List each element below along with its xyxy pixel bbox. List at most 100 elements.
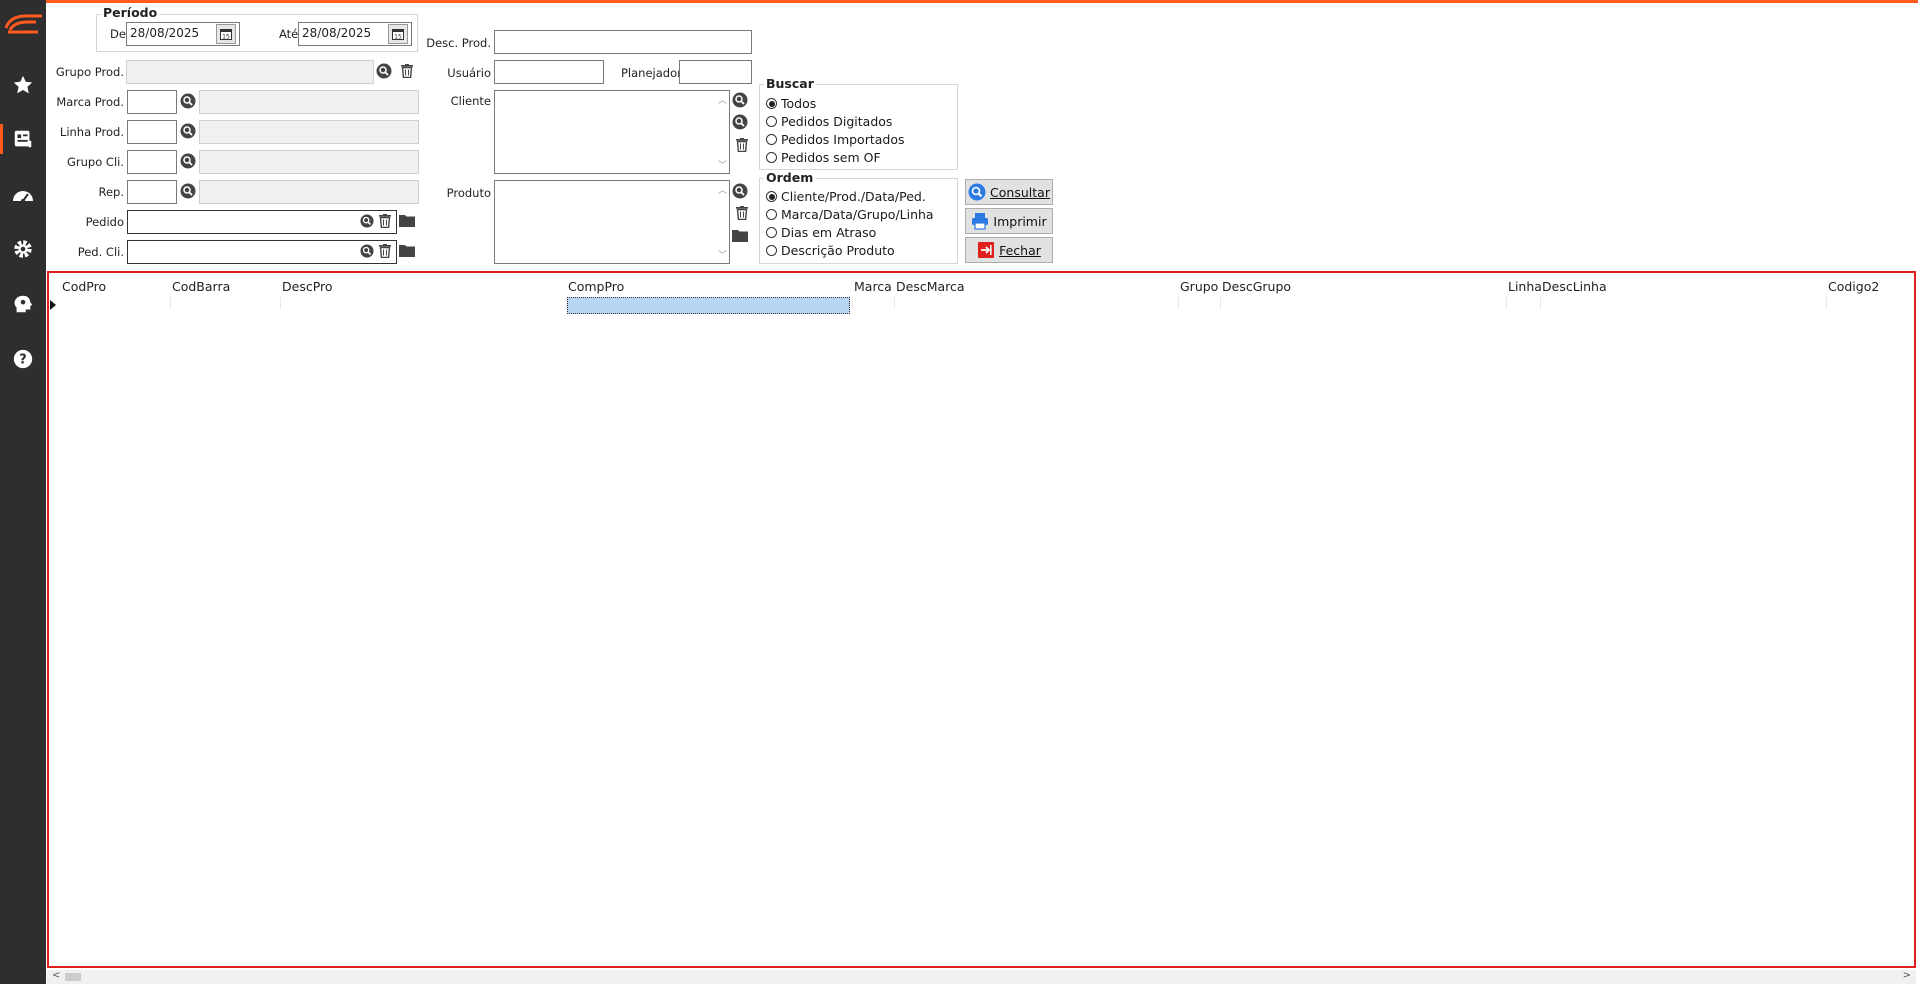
- linha-prod-code-field[interactable]: [127, 120, 177, 144]
- buscar-option-label: Todos: [781, 96, 817, 111]
- ordem-title: Ordem: [764, 170, 816, 185]
- fechar-button[interactable]: Fechar: [965, 237, 1053, 263]
- desc-prod-field[interactable]: [494, 30, 752, 54]
- column-separator: [1826, 297, 1827, 309]
- reports-icon[interactable]: [8, 124, 38, 154]
- ped-cli-field[interactable]: [127, 240, 397, 264]
- buscar-option-label: Pedidos sem OF: [781, 150, 881, 165]
- cliente-scrollbar[interactable]: ︿ ﹀: [715, 91, 729, 173]
- grupo-prod-trash-icon[interactable]: [399, 63, 415, 79]
- favorites-star-icon[interactable]: [8, 70, 38, 100]
- cliente-trash-icon[interactable]: [734, 137, 750, 153]
- grupo-prod-search-icon[interactable]: [376, 63, 392, 79]
- usuario-field[interactable]: [494, 60, 604, 84]
- produto-search-icon[interactable]: [732, 183, 748, 199]
- ordem-option-0[interactable]: Cliente/Prod./Data/Ped.: [766, 189, 926, 204]
- buscar-option-0[interactable]: Todos: [766, 96, 816, 111]
- buscar-option-3[interactable]: Pedidos sem OF: [766, 150, 881, 165]
- dashboard-gauge-icon[interactable]: [8, 180, 38, 210]
- head-gear-icon[interactable]: [8, 289, 38, 319]
- column-header-comppro[interactable]: CompPro: [568, 279, 624, 294]
- planejador-label: Planejador: [621, 66, 682, 80]
- cliente-textarea[interactable]: ︿ ﹀: [494, 90, 730, 174]
- produto-folder-icon[interactable]: [732, 227, 748, 243]
- horizontal-scrollbar[interactable]: < >: [47, 970, 1916, 984]
- radio-button[interactable]: [766, 152, 777, 163]
- rep-code-field[interactable]: [127, 180, 177, 204]
- grupo-prod-label: Grupo Prod.: [55, 65, 124, 79]
- radio-button[interactable]: [766, 134, 777, 145]
- pedido-folder-icon[interactable]: [399, 212, 415, 228]
- column-header-grupo[interactable]: Grupo: [1180, 279, 1218, 294]
- grupo-cli-code-field[interactable]: [127, 150, 177, 174]
- ordem-option-label: Descrição Produto: [781, 243, 895, 258]
- exit-icon: [978, 242, 995, 258]
- produto-textarea[interactable]: ︿ ﹀: [494, 180, 730, 264]
- sidebar-active-indicator: [0, 124, 3, 154]
- column-header-descgrupo[interactable]: DescGrupo: [1222, 279, 1291, 294]
- column-header-codpro[interactable]: CodPro: [62, 279, 106, 294]
- rep-label: Rep.: [98, 185, 124, 199]
- radio-button[interactable]: [766, 209, 777, 220]
- consultar-button[interactable]: Consultar: [965, 179, 1053, 205]
- settings-gear-icon[interactable]: [8, 234, 38, 264]
- buscar-title: Buscar: [764, 76, 816, 91]
- column-separator: [852, 297, 853, 309]
- column-header-codbarra[interactable]: CodBarra: [172, 279, 230, 294]
- ate-calendar-icon[interactable]: 15: [388, 24, 408, 44]
- produto-scrollbar[interactable]: ︿ ﹀: [715, 181, 729, 263]
- scroll-left-icon[interactable]: <: [52, 970, 60, 981]
- radio-button[interactable]: [766, 227, 777, 238]
- ordem-option-3[interactable]: Descrição Produto: [766, 243, 895, 258]
- de-calendar-icon[interactable]: 15: [216, 24, 236, 44]
- column-separator: [894, 297, 895, 309]
- results-grid[interactable]: CodPro CodBarra DescPro CompPro Marca DescMar…: [47, 271, 1916, 968]
- buscar-option-1[interactable]: Pedidos Digitados: [766, 114, 892, 129]
- column-header-desclinha[interactable]: DescLinha: [1542, 279, 1607, 294]
- linha-prod-search-icon[interactable]: [180, 123, 196, 139]
- scroll-right-icon[interactable]: >: [1903, 970, 1911, 981]
- grupo-prod-field[interactable]: [126, 60, 374, 84]
- grupo-cli-search-icon[interactable]: [180, 153, 196, 169]
- pedido-label: Pedido: [85, 215, 124, 229]
- column-header-codigo2[interactable]: Codigo2: [1828, 279, 1879, 294]
- rep-desc-field: [199, 180, 419, 204]
- cliente-search-multi-icon[interactable]: [732, 114, 748, 130]
- marca-prod-code-field[interactable]: [127, 90, 177, 114]
- radio-button[interactable]: [766, 116, 777, 127]
- help-icon[interactable]: ?: [8, 344, 38, 374]
- imprimir-button[interactable]: Imprimir: [965, 208, 1053, 234]
- ped-cli-label: Ped. Cli.: [77, 245, 124, 259]
- marca-prod-search-icon[interactable]: [180, 93, 196, 109]
- linha-prod-label: Linha Prod.: [59, 125, 124, 139]
- buscar-option-label: Pedidos Importados: [781, 132, 905, 147]
- ped-cli-trash-icon[interactable]: [378, 244, 392, 258]
- ordem-option-2[interactable]: Dias em Atraso: [766, 225, 876, 240]
- pedido-field[interactable]: [127, 210, 397, 234]
- planejador-field[interactable]: [679, 60, 752, 84]
- buscar-option-label: Pedidos Digitados: [781, 114, 893, 129]
- linha-prod-desc-field: [199, 120, 419, 144]
- radio-button[interactable]: [766, 245, 777, 256]
- printer-icon: [972, 213, 989, 230]
- radio-button[interactable]: [766, 98, 777, 109]
- column-header-linha[interactable]: Linha: [1508, 279, 1542, 294]
- marca-prod-label: Marca Prod.: [56, 95, 124, 109]
- pedido-search-icon[interactable]: [360, 214, 374, 228]
- produto-trash-icon[interactable]: [734, 205, 750, 221]
- column-header-descmarca[interactable]: DescMarca: [896, 279, 965, 294]
- rep-search-icon[interactable]: [180, 183, 196, 199]
- column-separator: [1506, 297, 1507, 309]
- column-header-descpro[interactable]: DescPro: [282, 279, 333, 294]
- radio-button[interactable]: [766, 191, 777, 202]
- de-label: De: [110, 27, 126, 41]
- pedido-trash-icon[interactable]: [378, 214, 392, 228]
- selected-cell[interactable]: [567, 297, 850, 314]
- buscar-option-2[interactable]: Pedidos Importados: [766, 132, 905, 147]
- ordem-option-1[interactable]: Marca/Data/Grupo/Linha: [766, 207, 934, 222]
- ped-cli-search-icon[interactable]: [360, 244, 374, 258]
- column-header-marca[interactable]: Marca: [854, 279, 892, 294]
- ped-cli-folder-icon[interactable]: [399, 242, 415, 258]
- cliente-search-icon[interactable]: [732, 92, 748, 108]
- scroll-thumb[interactable]: [65, 973, 81, 981]
